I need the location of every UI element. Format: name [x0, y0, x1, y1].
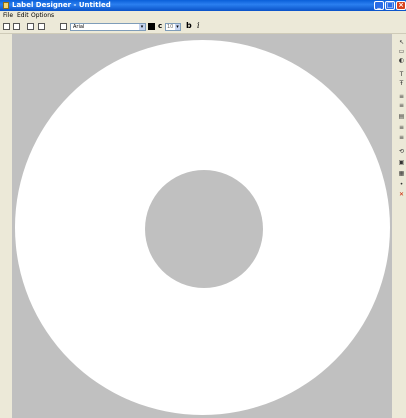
- open-icon[interactable]: [13, 23, 20, 30]
- font-size-value: 10: [167, 24, 174, 30]
- font-select[interactable]: Arial ▾: [70, 23, 146, 31]
- delete-icon[interactable]: ✕: [398, 192, 405, 198]
- layer-icon[interactable]: ▤: [398, 114, 405, 120]
- save-icon[interactable]: [27, 23, 34, 30]
- image-tool-icon[interactable]: ◐: [398, 58, 405, 64]
- design-canvas[interactable]: [12, 34, 392, 418]
- italic-button[interactable]: i: [197, 21, 200, 30]
- title-bar: Label Designer - Untitled _ □ ×: [0, 0, 406, 11]
- font-value: Arial: [73, 24, 85, 30]
- window-title: Label Designer - Untitled: [12, 1, 111, 9]
- minimize-button[interactable]: _: [374, 1, 384, 10]
- bold-button[interactable]: b: [186, 21, 192, 30]
- pin-icon[interactable]: •: [398, 182, 405, 188]
- new-icon[interactable]: [3, 23, 10, 30]
- print-icon[interactable]: [60, 23, 67, 30]
- menu-edit[interactable]: Edit: [17, 11, 29, 21]
- rotate-icon[interactable]: ⟲: [398, 149, 405, 155]
- app-icon: [3, 2, 9, 9]
- lock-icon[interactable]: ▣: [398, 160, 405, 166]
- font-size-icon: c: [158, 22, 163, 30]
- menu-bar: File Edit Options: [0, 11, 406, 21]
- tool-palette: ↖ ▭ ◐ T Ŧ ≡ ≡ ▤ ≡ ≡ ⟲ ▣ ▦ • ✕: [397, 34, 406, 418]
- pointer-tool-icon[interactable]: ↖: [398, 40, 405, 46]
- font-size-select[interactable]: 10 ▾: [165, 23, 181, 31]
- text-tool-icon[interactable]: T: [398, 72, 405, 78]
- select-tool-icon[interactable]: ▭: [398, 49, 405, 55]
- toolbar: Arial ▾ c 10 ▾ b i: [0, 21, 406, 34]
- cd-label-disc[interactable]: [15, 40, 390, 415]
- menu-file[interactable]: File: [3, 11, 13, 21]
- menu-options[interactable]: Options: [31, 11, 54, 21]
- chevron-down-icon[interactable]: ▾: [175, 24, 180, 30]
- color-swatch[interactable]: [148, 23, 155, 30]
- chevron-down-icon[interactable]: ▾: [139, 24, 145, 30]
- curved-text-tool-icon[interactable]: Ŧ: [398, 81, 405, 87]
- align-right-icon[interactable]: ≡: [398, 103, 405, 109]
- align-left-icon[interactable]: ≡: [398, 94, 405, 100]
- copy-icon[interactable]: [38, 23, 45, 30]
- close-button[interactable]: ×: [396, 1, 406, 10]
- cd-center-hole: [145, 170, 263, 288]
- list-2-icon[interactable]: ≡: [398, 135, 405, 141]
- maximize-button[interactable]: □: [385, 1, 395, 10]
- grid-icon[interactable]: ▦: [398, 171, 405, 177]
- list-icon[interactable]: ≡: [398, 125, 405, 131]
